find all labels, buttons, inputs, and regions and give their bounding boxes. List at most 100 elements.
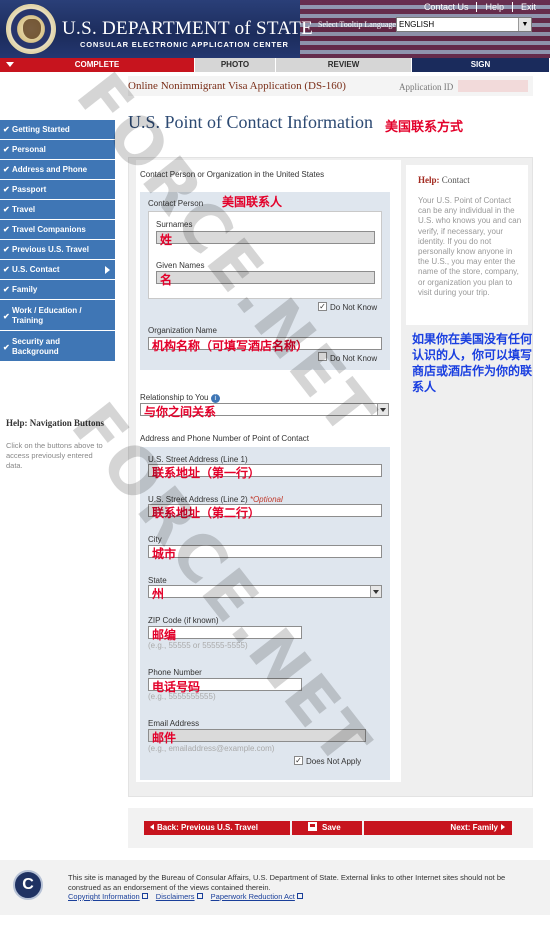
exit-link[interactable]: Exit xyxy=(511,2,544,12)
street1-input[interactable]: 联系地址（第一行） xyxy=(148,464,382,480)
arrow-right-icon xyxy=(105,266,110,274)
section-address-label: Address and Phone Number of Point of Con… xyxy=(140,434,309,443)
sidebar-item-work-education[interactable]: ✔ Work / Education / Training xyxy=(0,300,115,331)
sidebar-item-personal[interactable]: ✔ Personal xyxy=(0,140,115,160)
street1-label: U.S. Street Address (Line 1) xyxy=(148,455,248,464)
step-review-label: REVIEW xyxy=(327,60,360,69)
save-button[interactable]: Save xyxy=(292,821,362,835)
relationship-value: 与你之间关系 xyxy=(144,405,217,419)
city-input[interactable]: 城市 xyxy=(148,545,382,561)
chevron-down-icon xyxy=(370,586,381,597)
organization-name-label: Organization Name xyxy=(148,326,217,335)
email-label: Email Address xyxy=(148,719,200,728)
sidebar-item-label: Security and Background xyxy=(12,337,61,356)
given-names-label: Given Names xyxy=(156,261,205,270)
check-icon: ✔ xyxy=(3,245,10,254)
phone-input[interactable]: 电话号码 xyxy=(148,678,302,694)
email-input[interactable]: 邮件 xyxy=(148,729,366,745)
sidebar-item-getting-started[interactable]: ✔ Getting Started xyxy=(0,120,115,140)
name-do-not-know-checkbox[interactable]: ✓ xyxy=(318,302,327,311)
contact-person-label: Contact Person xyxy=(148,199,204,208)
relationship-label: Relationship to You i xyxy=(140,393,220,403)
sidebar-item-passport[interactable]: ✔ Passport xyxy=(0,180,115,200)
street2-value: 联系地址（第二行） xyxy=(152,506,261,520)
nav-help-heading: Navigation Buttons xyxy=(29,418,105,428)
department-subtitle: CONSULAR ELECTRONIC APPLICATION CENTER xyxy=(80,40,289,49)
help-title-prefix: Help: xyxy=(418,175,440,185)
sidebar-item-label: Passport xyxy=(12,185,47,194)
step-sign-label: SIGN xyxy=(470,60,491,69)
save-disk-icon xyxy=(308,822,317,831)
disclaimers-link[interactable]: Disclaimers xyxy=(156,892,203,901)
street1-value: 联系地址（第一行） xyxy=(152,466,261,480)
sidebar-item-address-phone[interactable]: ✔ Address and Phone xyxy=(0,160,115,180)
page-title: U.S. Point of Contact Information xyxy=(128,112,373,132)
tooltip-language-select[interactable]: ENGLISH ▼ xyxy=(396,17,532,32)
given-names-input[interactable]: 名 xyxy=(156,271,375,287)
given-names-value: 名 xyxy=(160,273,173,287)
zip-hint: (e.g., 55555 or 55555-5555) xyxy=(148,641,248,650)
check-icon: ✔ xyxy=(3,145,10,154)
step-complete[interactable]: COMPLETE xyxy=(0,58,195,72)
next-button-label: Next: Family xyxy=(450,823,498,832)
sidebar-item-label: U.S. Contact xyxy=(12,265,60,274)
sidebar-item-us-contact[interactable]: ✔ U.S. Contact xyxy=(0,260,115,280)
page-title-annotation: 美国联系方式 xyxy=(385,119,464,134)
application-id-label: Application ID xyxy=(399,82,454,92)
step-complete-label: COMPLETE xyxy=(74,60,120,69)
contact-person-annotation: 美国联系人 xyxy=(222,195,283,209)
contact-us-link[interactable]: Contact Us xyxy=(416,2,477,12)
copyright-link-label: Copyright Information xyxy=(68,892,140,901)
org-do-not-know-checkbox[interactable] xyxy=(318,352,327,361)
nav-help-text: Click on the buttons above to access pre… xyxy=(6,441,103,470)
caret-down-icon xyxy=(6,62,14,67)
step-photo[interactable]: PHOTO xyxy=(195,58,276,72)
phone-label: Phone Number xyxy=(148,668,202,677)
nav-help-title: Help: Navigation Buttons xyxy=(6,418,104,428)
nav-help-prefix: Help: xyxy=(6,418,28,428)
state-select[interactable]: 州 xyxy=(148,585,382,601)
step-review[interactable]: REVIEW xyxy=(276,58,412,72)
sidebar-nav: ✔ Getting Started ✔ Personal ✔ Address and … xyxy=(0,120,115,362)
organization-name-input[interactable]: 机构名称（可填写酒店名称） xyxy=(148,337,382,353)
sidebar-item-label: Getting Started xyxy=(12,125,70,134)
city-label: City xyxy=(148,535,162,544)
org-do-not-know-label: Do Not Know xyxy=(330,354,378,363)
optional-badge: *Optional xyxy=(249,495,283,504)
name-do-not-know-label: Do Not Know xyxy=(330,303,378,312)
external-link-icon xyxy=(296,893,303,899)
does-not-apply-label: Does Not Apply xyxy=(306,757,362,766)
sidebar-item-label: Family xyxy=(12,285,38,294)
step-sign[interactable]: SIGN xyxy=(412,58,550,72)
paperwork-link[interactable]: Paperwork Reduction Act xyxy=(211,892,303,901)
street2-label: U.S. Street Address (Line 2) *Optional xyxy=(148,495,283,504)
sidebar-item-travel-companions[interactable]: ✔ Travel Companions xyxy=(0,220,115,240)
consular-affairs-logo-icon: C xyxy=(13,870,43,900)
email-hint: (e.g., emailaddress@example.com) xyxy=(148,744,275,753)
surnames-input[interactable]: 姓 xyxy=(156,231,375,247)
relationship-select[interactable]: 与你之间关系 xyxy=(140,403,389,419)
tooltip-language-value: ENGLISH xyxy=(399,20,435,29)
does-not-apply-checkbox[interactable]: ✓ xyxy=(294,756,303,765)
copyright-link[interactable]: Copyright Information xyxy=(68,892,148,901)
form-title: Online Nonimmigrant Visa Application (DS… xyxy=(128,80,346,92)
state-label: State xyxy=(148,576,167,585)
sidebar-item-security[interactable]: ✔ Security and Background xyxy=(0,331,115,362)
zip-label: ZIP Code (if known) xyxy=(148,616,219,625)
chevron-down-icon: ▼ xyxy=(518,18,531,31)
next-button[interactable]: Next: Family xyxy=(364,821,512,835)
street2-label-text: U.S. Street Address (Line 2) xyxy=(148,495,248,504)
help-link[interactable]: Help xyxy=(476,2,512,12)
sidebar-item-family[interactable]: ✔ Family xyxy=(0,280,115,300)
street2-input[interactable]: 联系地址（第二行） xyxy=(148,504,382,520)
department-seal-icon xyxy=(6,4,56,54)
help-title-text: Contact xyxy=(441,175,470,185)
surnames-label: Surnames xyxy=(156,220,193,229)
sidebar-item-travel[interactable]: ✔ Travel xyxy=(0,200,115,220)
sidebar-item-previous-travel[interactable]: ✔ Previous U.S. Travel xyxy=(0,240,115,260)
zip-input[interactable]: 邮编 xyxy=(148,626,302,642)
check-icon: ✔ xyxy=(3,225,10,234)
back-button[interactable]: Back: Previous U.S. Travel xyxy=(144,821,290,835)
info-icon[interactable]: i xyxy=(210,394,220,403)
sidebar-item-label: Work / Education / Training xyxy=(12,306,82,325)
